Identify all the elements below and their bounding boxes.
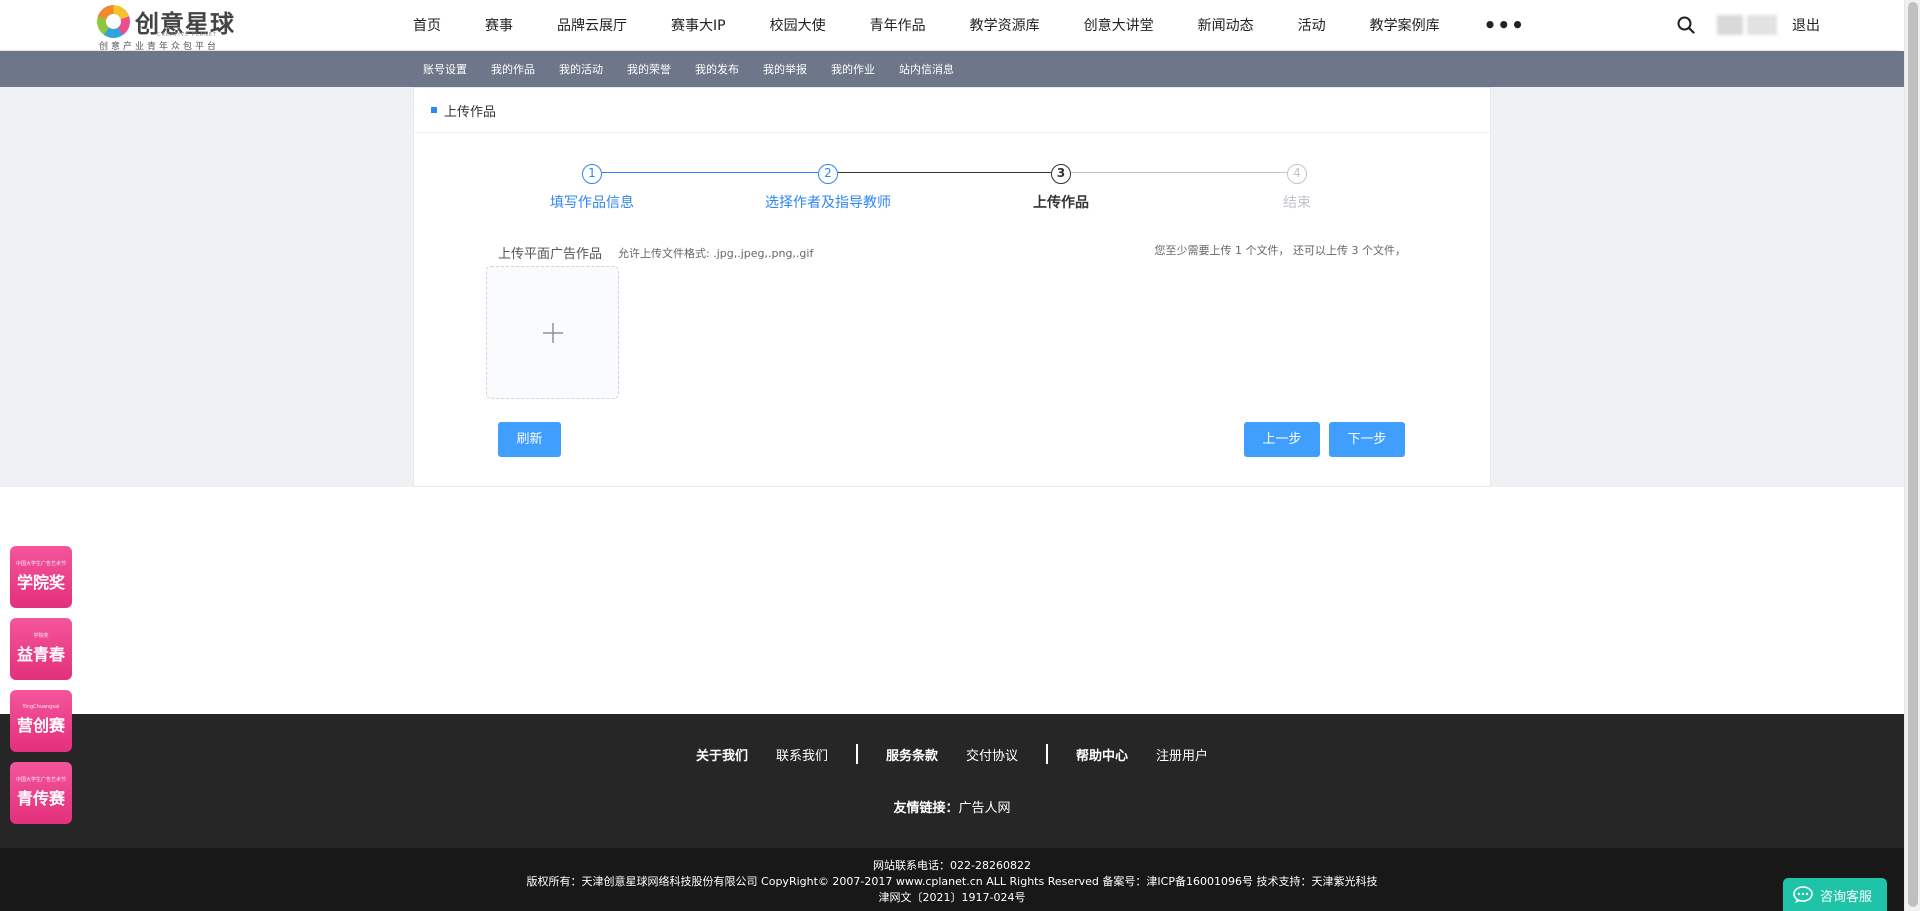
- site-logo[interactable]: 创意星球 CREATIVE PLANET 创意产业青年众包平台: [97, 3, 237, 52]
- card-header: 上传作品: [414, 88, 1490, 133]
- badge-title: 营创赛: [16, 716, 65, 735]
- footer-phone: 网站联系电话：022-28260822: [873, 859, 1031, 872]
- card-title: 上传作品: [444, 105, 497, 120]
- footer-links-area: 关于我们 联系我们 服务条款 交付协议 帮助中心 注册用户 友情链接：广告人网: [0, 714, 1904, 848]
- badge-caption: 中国大学生广告艺术节: [15, 561, 66, 567]
- nav-item-home[interactable]: 首页: [413, 15, 441, 35]
- side-badge-yingchuangsai[interactable]: YingChuangsai 营创赛: [10, 690, 72, 752]
- side-badge-qingchuansai[interactable]: 中国大学生广告艺术节 青传赛: [10, 762, 72, 824]
- step-1-circle: 1: [582, 164, 602, 184]
- customer-service-button[interactable]: 咨询客服: [1783, 878, 1887, 911]
- footer-link-contact[interactable]: 联系我们: [776, 745, 828, 764]
- subnav-item-messages[interactable]: 站内信消息: [899, 61, 954, 77]
- subnav-item-my-honors[interactable]: 我的荣誉: [627, 61, 671, 77]
- subnav-item-account-settings[interactable]: 账号设置: [423, 61, 467, 77]
- badge-title: 益青春: [16, 645, 65, 664]
- step-4-label: 结束: [1283, 195, 1311, 211]
- badge-caption: 学院奖: [33, 633, 49, 639]
- refresh-button[interactable]: 刷新: [498, 422, 561, 457]
- side-badge-xueyuanjiang[interactable]: 中国大学生广告艺术节 学院奖: [10, 546, 72, 608]
- footer-link-help[interactable]: 帮助中心: [1076, 745, 1128, 764]
- step-4-circle: 4: [1287, 164, 1307, 184]
- nav-item-campus-ambassador[interactable]: 校园大使: [770, 15, 826, 35]
- step-line-1: [602, 172, 818, 173]
- planet-logo-icon: [97, 5, 130, 38]
- upload-format-hint: 允许上传文件格式: .jpg,.jpeg,.png,.gif: [618, 247, 814, 260]
- title-marker-icon: [431, 107, 437, 113]
- main-nav: 首页 赛事 品牌云展厅 赛事大IP 校园大使 青年作品 教学资源库 创意大讲堂 …: [413, 0, 1525, 50]
- footer-license: 津网文〔2021〕1917-024号: [878, 891, 1026, 904]
- badge-title: 青传赛: [16, 789, 65, 808]
- footer-copyright: 版权所有：天津创意星球网络科技股份有限公司 CopyRight© 2007-20…: [526, 875, 1378, 888]
- step-3-circle: 3: [1051, 164, 1071, 184]
- nav-item-youth-works[interactable]: 青年作品: [870, 15, 926, 35]
- subnav-item-my-activities[interactable]: 我的活动: [559, 61, 603, 77]
- footer-link-delivery[interactable]: 交付协议: [966, 745, 1018, 764]
- step-line-3: [1071, 172, 1287, 173]
- upload-label: 上传平面广告作品: [498, 247, 603, 262]
- search-icon[interactable]: [1677, 16, 1695, 34]
- customer-service-label: 咨询客服: [1820, 890, 1873, 905]
- upload-count-hint: 您至少需要上传 1 个文件， 还可以上传 3 个文件，: [1154, 244, 1406, 257]
- footer-divider: [1046, 744, 1049, 764]
- nav-item-activities[interactable]: 活动: [1298, 15, 1326, 35]
- chat-bubble-icon: [1793, 886, 1813, 903]
- nav-item-brand-hall[interactable]: 品牌云展厅: [557, 15, 627, 35]
- friend-link-adquan[interactable]: 广告人网: [959, 801, 1011, 816]
- side-badge-yiqingchun[interactable]: 学院奖 益青春: [10, 618, 72, 680]
- footer-link-terms[interactable]: 服务条款: [886, 745, 938, 764]
- badge-title: 学院奖: [16, 573, 65, 592]
- nav-item-teaching-cases[interactable]: 教学案例库: [1370, 15, 1440, 35]
- subnav-item-my-works[interactable]: 我的作品: [491, 61, 535, 77]
- friend-links-label: 友情链接：: [893, 801, 959, 816]
- step-2-label: 选择作者及指导教师: [765, 195, 891, 211]
- nav-more-icon[interactable]: •••: [1484, 13, 1525, 37]
- step-1-label: 填写作品信息: [550, 195, 634, 211]
- upload-dropzone[interactable]: [486, 266, 619, 399]
- nav-item-news[interactable]: 新闻动态: [1198, 15, 1254, 35]
- subnav-item-my-reports[interactable]: 我的举报: [763, 61, 807, 77]
- top-header: 创意星球 CREATIVE PLANET 创意产业青年众包平台 首页 赛事 品牌…: [0, 0, 1900, 52]
- upload-card: 上传作品 1 2 3 4 填写作品信息 选择作者及指导教师 上传作品 结束 上传…: [413, 87, 1491, 487]
- footer-divider: [855, 744, 858, 764]
- subnav-item-my-posts[interactable]: 我的发布: [695, 61, 739, 77]
- prev-step-button[interactable]: 上一步: [1244, 422, 1320, 457]
- logout-link[interactable]: 退出: [1792, 15, 1820, 35]
- badge-caption: 中国大学生广告艺术节: [15, 777, 66, 783]
- badge-caption: YingChuangsai: [22, 704, 60, 710]
- nav-item-teaching-resources[interactable]: 教学资源库: [970, 15, 1040, 35]
- next-step-button[interactable]: 下一步: [1329, 422, 1405, 457]
- page-scrollbar[interactable]: [1904, 0, 1920, 911]
- friend-links: 友情链接：广告人网: [0, 797, 1904, 816]
- user-avatar[interactable]: [1717, 15, 1779, 35]
- nav-item-contests[interactable]: 赛事: [485, 15, 513, 35]
- nav-item-lectures[interactable]: 创意大讲堂: [1084, 15, 1154, 35]
- scrollbar-thumb[interactable]: [1908, 2, 1918, 907]
- step-2-circle: 2: [818, 164, 838, 184]
- step-line-2: [838, 172, 1051, 173]
- subnav-item-my-homework[interactable]: 我的作业: [831, 61, 875, 77]
- footer-link-about[interactable]: 关于我们: [696, 745, 748, 764]
- footer-link-register[interactable]: 注册用户: [1156, 745, 1208, 764]
- logo-english: CREATIVE PLANET: [157, 32, 218, 38]
- nav-item-contest-ip[interactable]: 赛事大IP: [671, 15, 726, 35]
- footer-copyright-area: 网站联系电话：022-28260822 版权所有：天津创意星球网络科技股份有限公…: [0, 848, 1904, 911]
- account-subnav: 账号设置 我的作品 我的活动 我的荣誉 我的发布 我的举报 我的作业 站内信消息: [0, 51, 1904, 87]
- step-3-label: 上传作品: [1033, 195, 1089, 211]
- plus-icon: [543, 323, 563, 343]
